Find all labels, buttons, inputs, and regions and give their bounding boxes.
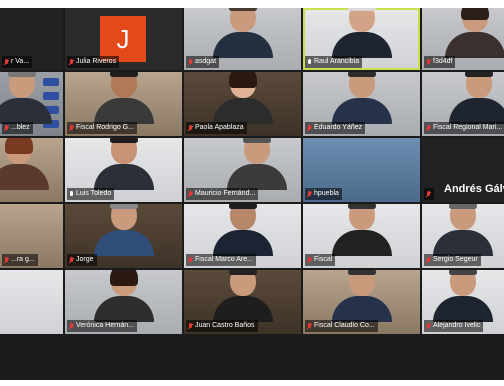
participant-video xyxy=(212,8,273,58)
mic-muted-icon xyxy=(426,256,431,264)
mic-muted-icon xyxy=(188,256,193,264)
participant-name-label: Juan Castro Baños xyxy=(186,320,258,332)
video-tile[interactable]: Paola Apablaza xyxy=(184,72,301,136)
video-tile-active-speaker[interactable]: Raul Arancibia xyxy=(303,8,420,70)
participant-name-label: Eduardo Yáñez xyxy=(305,122,366,134)
mic-muted-icon xyxy=(4,124,9,132)
video-tile[interactable]: f3d4df xyxy=(422,8,504,70)
video-tile[interactable] xyxy=(0,138,63,202)
participant-name-label: hpuebla xyxy=(305,188,342,200)
participant-video xyxy=(331,270,392,322)
mic-icon xyxy=(307,58,312,66)
video-tile[interactable]: hpuebla xyxy=(303,138,420,202)
participant-name-label: Fiscal Claudio Co... xyxy=(305,320,378,332)
mic-muted-icon xyxy=(426,58,431,66)
mic-muted-icon xyxy=(4,58,9,66)
mic-muted-icon xyxy=(426,322,431,330)
participant-name-label: ...ra g... xyxy=(2,254,38,266)
participant-name-label: Fiscal Rodrigo G... xyxy=(67,122,137,134)
participant-name-label xyxy=(424,188,434,200)
video-tile[interactable]: Alejandro Ivelic xyxy=(422,270,504,334)
video-tile[interactable]: Luis Toledo xyxy=(65,138,182,202)
meeting-toolbar xyxy=(0,336,504,380)
participant-name-label: Jorge xyxy=(67,254,97,266)
participant-name-label: r Va... xyxy=(2,56,33,68)
participant-video xyxy=(226,138,287,190)
video-tile[interactable]: Fiscal Claudio Co... xyxy=(303,270,420,334)
mic-muted-icon xyxy=(188,322,193,330)
video-tile[interactable]: Fiscal Regional Mari... xyxy=(422,72,504,136)
participant-video xyxy=(0,72,53,124)
video-tile[interactable]: Andrés Gálv xyxy=(422,138,504,202)
mic-muted-icon xyxy=(426,190,431,198)
mic-muted-icon xyxy=(69,256,74,264)
mic-muted-icon xyxy=(188,190,193,198)
participant-name-label: ...blez xyxy=(2,122,33,134)
video-tile[interactable]: ...blez xyxy=(0,72,63,136)
participant-name-label: asdgat xyxy=(186,56,220,68)
participant-video xyxy=(331,204,392,256)
mic-muted-icon xyxy=(307,322,312,330)
mic-muted-icon xyxy=(69,58,74,66)
video-tile[interactable]: Sergio Segeur xyxy=(422,204,504,268)
participant-name-label: Fiscal Marco Are... xyxy=(186,254,256,266)
participant-video xyxy=(0,138,49,190)
participant-video xyxy=(433,204,493,256)
participant-name-label: f3d4df xyxy=(424,56,456,68)
video-tile[interactable]: asdgat xyxy=(184,8,301,70)
participant-video xyxy=(212,72,273,124)
participant-video xyxy=(445,8,504,58)
participant-name-label: Verónica Hernán... xyxy=(67,320,137,332)
mic-muted-icon xyxy=(307,256,312,264)
participant-name-label: Alejandro Ivelic xyxy=(424,320,484,332)
participant-name-label: Fiscal Regional Mari... xyxy=(424,122,504,134)
mic-muted-icon xyxy=(307,124,312,132)
participant-name-label: Raul Arancibia xyxy=(305,56,363,68)
mic-muted-icon xyxy=(69,124,74,132)
video-tile[interactable] xyxy=(0,270,63,334)
video-tile[interactable]: Mauricio Fernánd... xyxy=(184,138,301,202)
video-tile[interactable]: Juan Castro Baños xyxy=(184,270,301,334)
participant-video xyxy=(93,138,154,190)
participant-video xyxy=(212,204,273,256)
mic-icon xyxy=(69,190,74,198)
video-grid: r Va... J Julia Riveros asdgat Raul Aran… xyxy=(0,8,504,380)
participant-display-name: Andrés Gálv xyxy=(444,183,504,195)
mic-muted-icon xyxy=(307,190,312,198)
participant-video xyxy=(331,8,392,58)
video-tile[interactable]: Fiscal xyxy=(303,204,420,268)
participant-video xyxy=(449,72,504,124)
participant-video xyxy=(331,72,392,124)
video-tile[interactable]: Jorge xyxy=(65,204,182,268)
video-tile[interactable]: Eduardo Yáñez xyxy=(303,72,420,136)
participant-video xyxy=(93,72,154,124)
mic-muted-icon xyxy=(69,322,74,330)
participant-name-label: Fiscal xyxy=(305,254,336,266)
mic-muted-icon xyxy=(4,256,9,264)
video-tile[interactable]: Verónica Hernán... xyxy=(65,270,182,334)
video-tile[interactable]: Fiscal Rodrigo G... xyxy=(65,72,182,136)
mic-muted-icon xyxy=(426,124,431,132)
video-tile[interactable]: Fiscal Marco Are... xyxy=(184,204,301,268)
participant-video xyxy=(433,270,493,322)
participant-name-label: Julia Riveros xyxy=(67,56,120,68)
mic-muted-icon xyxy=(188,58,193,66)
video-tile[interactable]: J Julia Riveros xyxy=(65,8,182,70)
participant-video xyxy=(212,270,273,322)
video-tile[interactable]: r Va... xyxy=(0,8,63,70)
mic-muted-icon xyxy=(188,124,193,132)
video-tile[interactable]: ...ra g... xyxy=(0,204,63,268)
participant-video xyxy=(93,204,154,256)
participant-video xyxy=(93,270,154,322)
participant-name-label: Mauricio Fernánd... xyxy=(186,188,259,200)
participant-name-label: Paola Apablaza xyxy=(186,122,247,134)
participant-name-label: Luis Toledo xyxy=(67,188,115,200)
participant-name-label: Sergio Segeur xyxy=(424,254,481,266)
